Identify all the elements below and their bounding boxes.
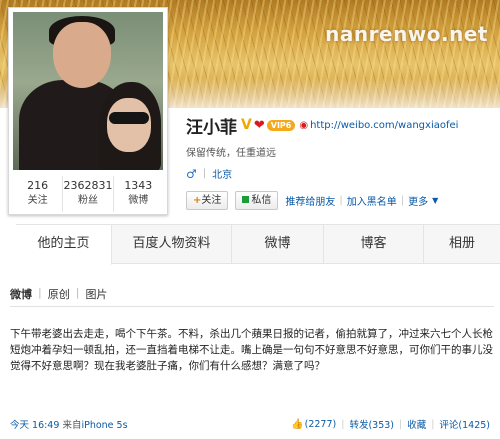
chevron-down-icon[interactable]: ▼	[432, 196, 438, 205]
post-actions: 👍 (2277) | 转发(353) | 收藏 | 评论(1425)	[291, 417, 490, 432]
weibo-url-text: http://weibo.com/wangxiaofei	[310, 119, 459, 131]
profile-actions: +关注 私信 推荐给朋友 | 加入黑名单 | 更多 ▼	[186, 191, 438, 210]
tab-home[interactable]: 他的主页	[16, 225, 112, 265]
stat-posts[interactable]: 1343 微博	[114, 176, 163, 212]
action-divider: |	[339, 195, 343, 206]
post-action-divider: |	[398, 418, 403, 430]
profile-tabs: 他的主页 百度人物资料 微博 博客 相册	[16, 224, 500, 265]
blacklist-link[interactable]: 加入黑名单	[347, 193, 397, 208]
filter-all-weibo[interactable]: 微博	[10, 286, 32, 302]
heart-icon[interactable]: ❤	[254, 118, 265, 133]
feed-divider	[10, 306, 494, 307]
recommend-link[interactable]: 推荐给朋友	[285, 193, 335, 208]
profile-info: 汪小菲 V ❤ VIP6 ◉ http://weibo.com/wangxiaof…	[186, 114, 458, 138]
action-divider: |	[400, 195, 405, 206]
stat-following[interactable]: 216 关注	[13, 176, 64, 212]
profile-location-row: ♂ | 北京	[186, 166, 232, 182]
stat-followers-label: 粉丝	[77, 195, 98, 206]
verified-v-icon[interactable]: V	[241, 117, 252, 133]
tab-album[interactable]: 相册	[424, 225, 500, 263]
thumbs-up-icon[interactable]: 👍	[291, 419, 303, 430]
post-meta: 今天 16:49 来自iPhone 5s 👍 (2277) | 转发(353) …	[10, 417, 494, 432]
message-button[interactable]: 私信	[235, 191, 279, 210]
stat-posts-label: 微博	[128, 195, 149, 206]
message-label: 私信	[251, 195, 272, 206]
feed-filter: 微博 | 原创 | 图片	[10, 286, 113, 302]
stat-following-label: 关注	[27, 195, 48, 206]
like-count[interactable]: (2277)	[305, 419, 337, 430]
filter-divider: |	[75, 286, 80, 299]
repost-link[interactable]: 转发(353)	[349, 417, 394, 431]
filter-divider: |	[38, 286, 42, 299]
stat-posts-count: 1343	[124, 179, 153, 192]
post-action-divider: |	[431, 418, 435, 430]
vip-badge[interactable]: VIP6	[266, 119, 296, 131]
filter-original[interactable]: 原创	[48, 286, 70, 302]
filter-images[interactable]: 图片	[85, 286, 107, 302]
message-icon	[242, 196, 250, 203]
name-row: 汪小菲 V ❤ VIP6 ◉ http://weibo.com/wangxiaof…	[186, 114, 458, 138]
tab-blog[interactable]: 博客	[324, 225, 424, 263]
site-watermark: nanrenwo.net	[325, 22, 488, 46]
profile-bio: 保留传统，任重道远	[186, 148, 276, 159]
male-gender-icon: ♂	[186, 166, 197, 181]
profile-name: 汪小菲	[186, 117, 237, 138]
avatar[interactable]	[13, 12, 163, 170]
profile-stats: 216 关注 2362831 粉丝 1343 微博	[13, 176, 163, 212]
follow-label: 关注	[201, 195, 222, 206]
location-divider: |	[202, 168, 207, 179]
tab-baidu-profile[interactable]: 百度人物资料	[112, 225, 232, 263]
stat-followers[interactable]: 2362831 粉丝	[63, 176, 114, 212]
post-source: 来自iPhone 5s	[62, 420, 127, 431]
stat-following-count: 216	[27, 179, 49, 192]
stat-followers-count: 2362831	[63, 179, 113, 192]
profile-location[interactable]: 北京	[212, 166, 232, 181]
post-source-prefix: 来自	[62, 420, 82, 431]
profile-card: 216 关注 2362831 粉丝 1343 微博	[8, 7, 168, 215]
post-text: 下午带老婆出去走走，喝个下午茶。不料，杀出几个蘋果日报的记者，偷拍就算了，冲过来…	[10, 328, 493, 372]
weibo-logo-icon: ◉	[299, 119, 309, 131]
comment-link[interactable]: 评论(1425)	[439, 417, 490, 431]
follow-button[interactable]: +关注	[186, 191, 229, 210]
post-time[interactable]: 今天 16:49	[10, 420, 59, 431]
favorite-link[interactable]: 收藏	[407, 417, 426, 431]
weibo-link[interactable]: ◉ http://weibo.com/wangxiaofei	[299, 120, 458, 131]
more-link[interactable]: 更多	[408, 193, 428, 208]
tab-weibo[interactable]: 微博	[232, 225, 324, 263]
post-action-divider: |	[341, 418, 345, 430]
post-source-device[interactable]: iPhone 5s	[81, 420, 127, 431]
